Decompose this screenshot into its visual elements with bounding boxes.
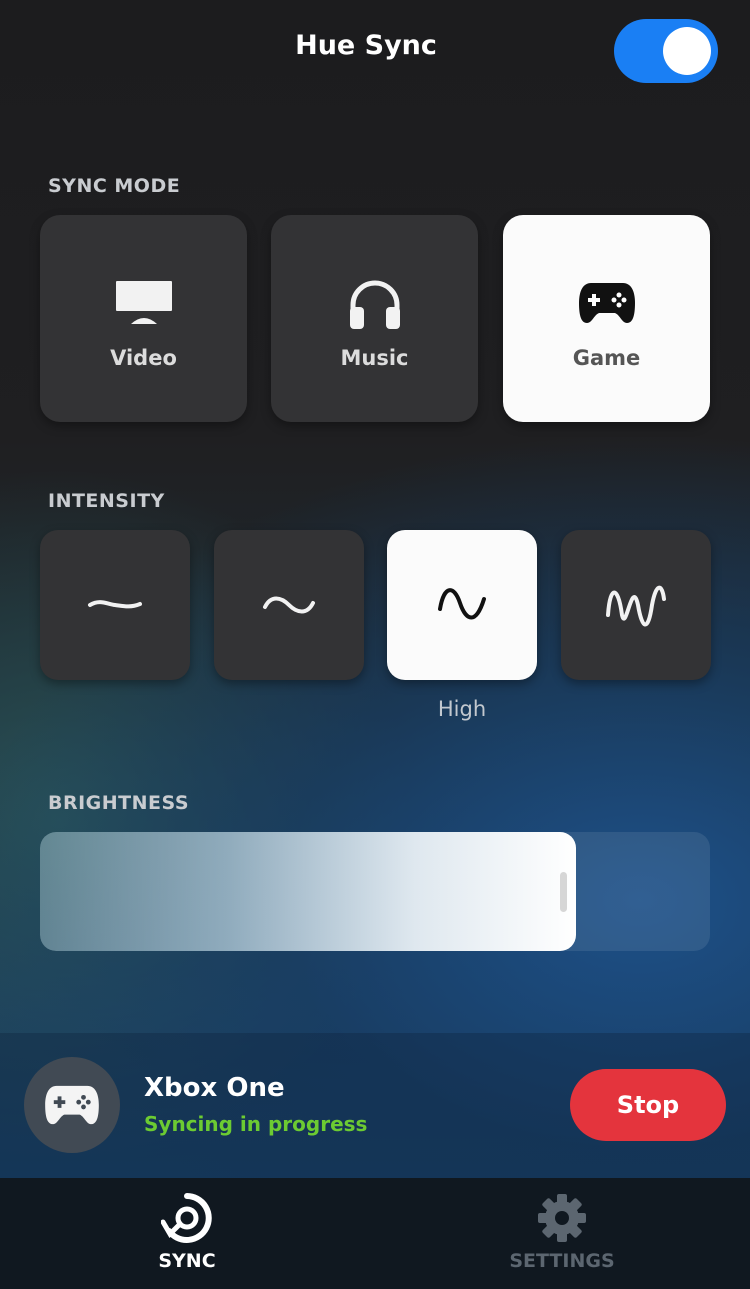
tab-label: SYNC — [158, 1250, 216, 1272]
wave-extreme-icon — [606, 585, 666, 627]
device-avatar — [24, 1057, 120, 1153]
device-name: Xbox One — [144, 1073, 285, 1103]
mode-label: Game — [572, 346, 641, 370]
tab-sync[interactable]: SYNC — [87, 1178, 287, 1289]
tab-bar: SYNC SETTINGS — [0, 1178, 750, 1289]
brightness-slider[interactable] — [40, 832, 710, 951]
wave-high-icon — [438, 588, 486, 620]
toggle-knob — [663, 27, 711, 75]
sync-icon — [161, 1193, 212, 1243]
intensity-selected-label: High — [437, 697, 487, 721]
stop-button[interactable]: Stop — [570, 1069, 726, 1141]
now-playing-bar: Xbox One Syncing in progress Stop — [0, 1033, 750, 1178]
mode-game-button[interactable]: Game — [503, 215, 710, 422]
mode-label: Music — [340, 346, 409, 370]
gear-icon — [538, 1194, 586, 1242]
gamepad-icon — [45, 1085, 99, 1125]
monitor-icon — [115, 281, 172, 324]
wave-moderate-icon — [263, 596, 315, 614]
mode-music-button[interactable]: Music — [271, 215, 478, 422]
brightness-fill — [40, 832, 576, 951]
brightness-handle[interactable] — [560, 872, 567, 912]
intensity-extreme-button[interactable] — [561, 530, 711, 680]
sync-mode-label: SYNC MODE — [48, 175, 181, 197]
mode-video-button[interactable]: Video — [40, 215, 247, 422]
mode-label: Video — [110, 346, 177, 370]
tab-settings[interactable]: SETTINGS — [462, 1178, 662, 1289]
sync-toggle[interactable] — [614, 19, 718, 83]
sync-status: Syncing in progress — [144, 1112, 368, 1136]
header: Hue Sync — [0, 0, 750, 100]
brightness-label: BRIGHTNESS — [48, 792, 190, 814]
intensity-label: INTENSITY — [48, 490, 165, 512]
wave-subtle-icon — [88, 600, 142, 609]
headphones-icon — [349, 280, 400, 329]
tab-label: SETTINGS — [509, 1250, 615, 1272]
intensity-moderate-button[interactable] — [214, 530, 364, 680]
intensity-high-button[interactable] — [387, 530, 537, 680]
intensity-subtle-button[interactable] — [40, 530, 190, 680]
gamepad-icon — [578, 283, 635, 323]
